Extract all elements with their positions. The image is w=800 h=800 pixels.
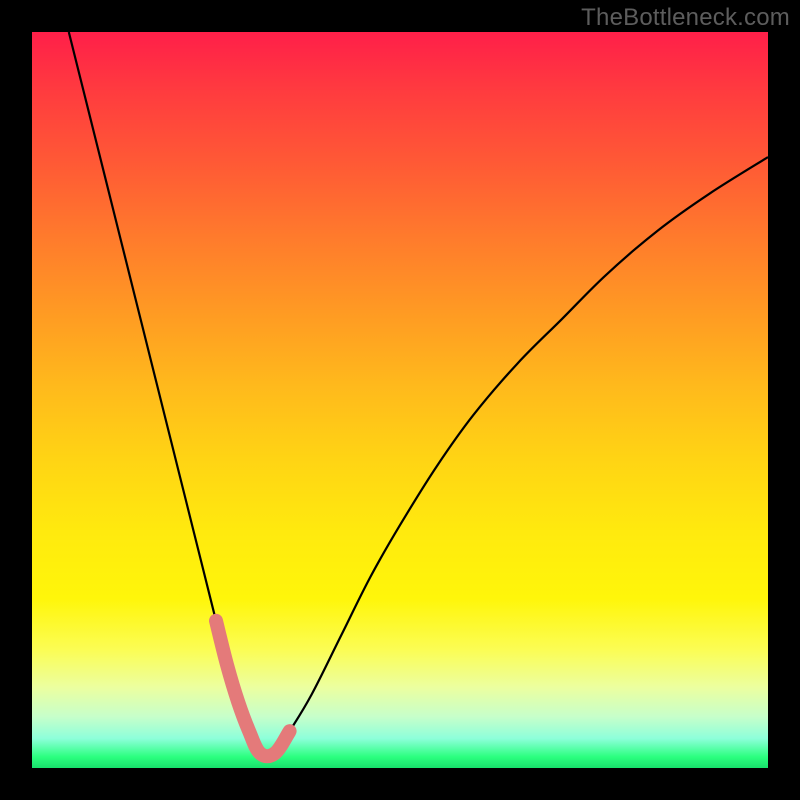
plot-area: [32, 32, 768, 768]
chart-svg: [32, 32, 768, 768]
series-bottleneck-curve: [69, 32, 768, 756]
watermark-text: TheBottleneck.com: [581, 4, 790, 32]
chart-frame: TheBottleneck.com: [0, 0, 800, 800]
series-highlight-segment: [216, 621, 290, 756]
